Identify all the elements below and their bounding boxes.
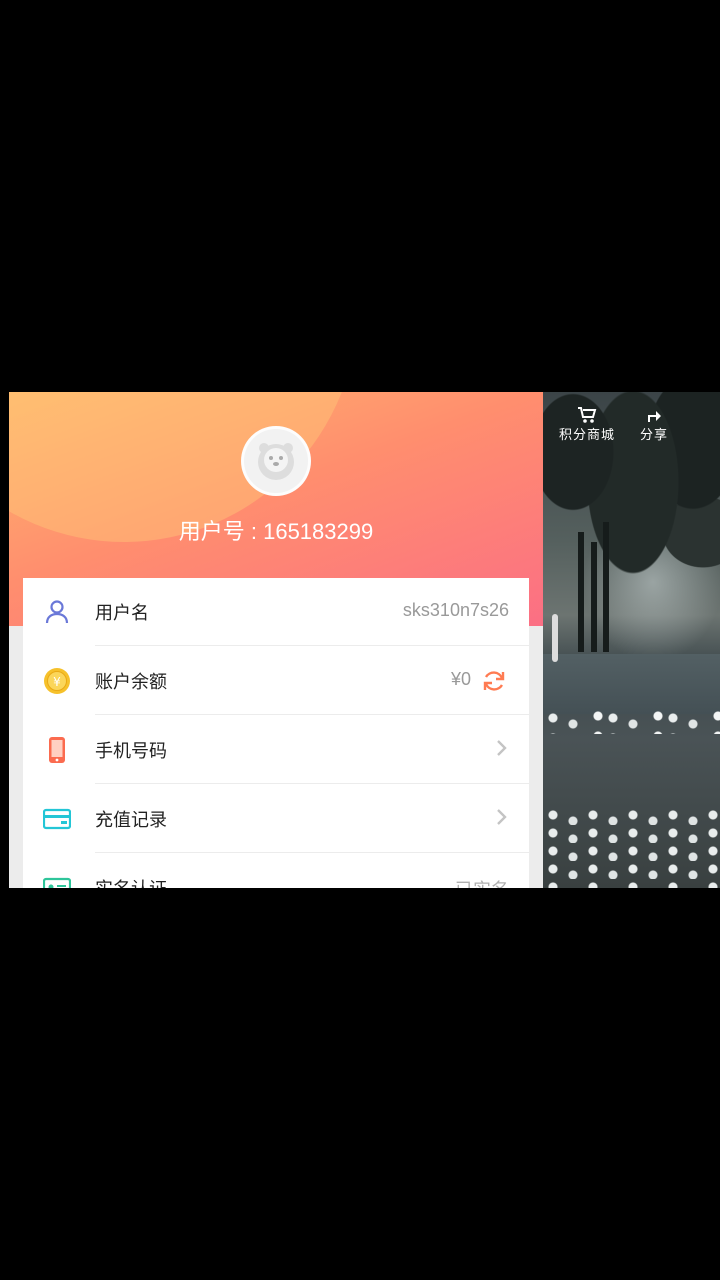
game-scene-background: 积分商城 分享	[543, 392, 720, 888]
real-name-label: 实名认证	[95, 875, 167, 888]
tree-trunk	[591, 542, 597, 652]
share-icon	[640, 406, 668, 424]
points-mall-button[interactable]: 积分商城	[559, 406, 615, 443]
user-panel: 用户号 : 165183299 用户名 sks310n7s26 ¥ 账户余额 ¥…	[9, 392, 543, 888]
chevron-right-icon	[495, 738, 509, 758]
username-label: 用户名	[95, 603, 149, 624]
username-row: 用户名 sks310n7s26	[23, 578, 529, 646]
chevron-right-icon	[495, 807, 509, 827]
card-icon	[43, 805, 71, 833]
divider	[95, 783, 529, 784]
tree-trunk	[603, 522, 609, 652]
flower-row	[543, 710, 720, 734]
balance-row: ¥ 账户余额 ¥0	[23, 647, 529, 715]
flower-field	[543, 807, 720, 888]
points-mall-label: 积分商城	[559, 428, 616, 443]
phone-label: 手机号码	[95, 741, 167, 762]
share-label: 分享	[640, 428, 669, 443]
scrollbar-thumb[interactable]	[552, 614, 558, 662]
phone-icon	[43, 736, 71, 764]
balance-value: ¥0	[450, 669, 471, 689]
divider	[95, 714, 529, 715]
app-frame: 积分商城 分享 用户号: 165183299 用户名 sks310n7s26 …	[0, 392, 720, 888]
cart-icon	[559, 406, 615, 424]
coin-icon: ¥	[43, 667, 71, 695]
phone-row[interactable]: 手机号码	[23, 716, 529, 784]
tree-trunk	[578, 532, 584, 652]
avatar[interactable]	[241, 426, 311, 496]
bear-avatar-icon	[258, 443, 294, 480]
share-button[interactable]: 分享	[640, 406, 668, 443]
account-info-card: 用户名 sks310n7s26 ¥ 账户余额 ¥0 手机号码 充值记录	[23, 578, 529, 888]
real-name-row[interactable]: 实名认证 已实名	[23, 854, 529, 888]
svg-text:¥: ¥	[53, 675, 61, 689]
username-value: sks310n7s26	[402, 600, 509, 620]
recharge-record-label: 充值记录	[95, 810, 167, 831]
balance-label: 账户余额	[95, 672, 167, 693]
recharge-record-row[interactable]: 充值记录	[23, 785, 529, 853]
user-icon	[43, 598, 71, 626]
real-name-status: 已实名	[455, 876, 509, 888]
user-id-label: 用户号 : 165183299	[178, 519, 374, 544]
divider	[95, 645, 529, 646]
divider	[95, 852, 529, 853]
refresh-icon[interactable]	[481, 668, 507, 694]
id-card-icon	[43, 874, 71, 888]
water	[543, 654, 720, 714]
